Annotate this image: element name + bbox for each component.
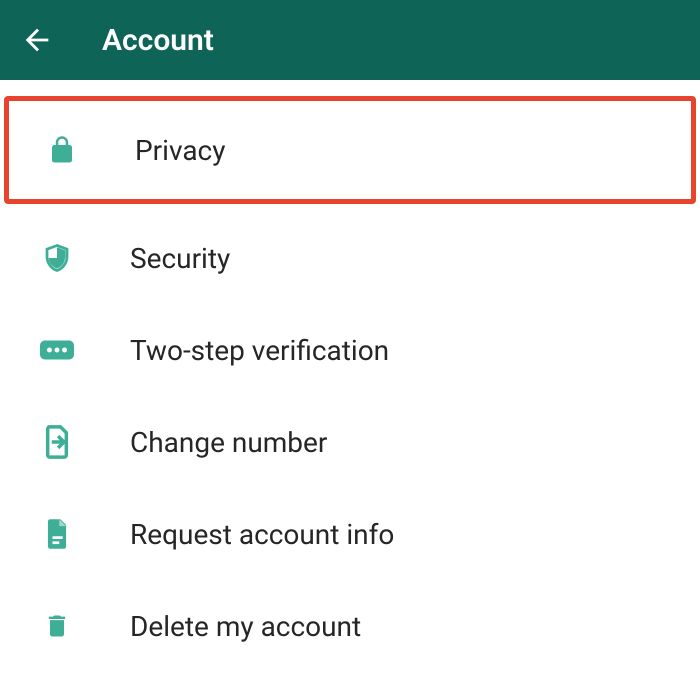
arrow-left-icon	[20, 23, 54, 57]
lock-icon	[45, 133, 79, 167]
header: Account	[0, 0, 700, 80]
item-label: Two-step verification	[130, 334, 389, 367]
item-label: Delete my account	[130, 610, 361, 643]
list-item-delete-account[interactable]: Delete my account	[0, 580, 700, 672]
list-item-two-step[interactable]: Two-step verification	[0, 304, 700, 396]
item-label: Change number	[130, 426, 327, 459]
list-item-security[interactable]: Security	[0, 212, 700, 304]
document-icon	[40, 517, 74, 551]
dots-icon	[40, 333, 74, 367]
settings-list: Privacy Security Two-step verif	[0, 80, 700, 672]
page-title: Account	[102, 23, 214, 58]
list-item-privacy[interactable]: Privacy	[4, 96, 696, 204]
item-label: Request account info	[130, 518, 394, 551]
item-label: Privacy	[135, 134, 225, 167]
trash-icon	[40, 609, 74, 643]
list-item-request-info[interactable]: Request account info	[0, 488, 700, 580]
item-label: Security	[130, 242, 230, 275]
sim-arrow-icon	[40, 425, 74, 459]
back-button[interactable]	[20, 23, 54, 57]
shield-icon	[40, 241, 74, 275]
list-item-change-number[interactable]: Change number	[0, 396, 700, 488]
